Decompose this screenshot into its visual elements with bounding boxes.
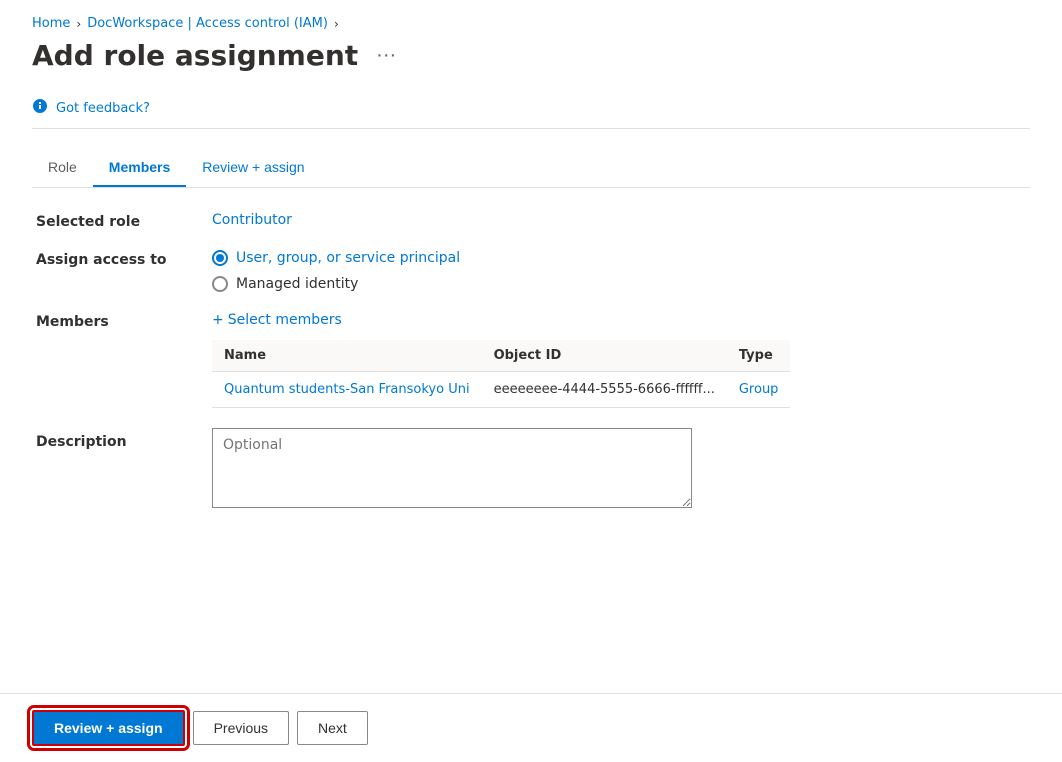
assign-access-label: Assign access to <box>36 250 196 268</box>
member-object-id: eeeeeeee-4444-5555-6666-ffffff... <box>482 372 727 408</box>
selected-role-row: Selected role Contributor <box>36 212 1030 230</box>
col-name: Name <box>212 340 482 372</box>
radio-group: User, group, or service principal Manage… <box>212 250 460 292</box>
select-members-plus: + <box>212 312 224 328</box>
radio-option-managed-identity[interactable]: Managed identity <box>212 276 460 292</box>
breadcrumb-workspace[interactable]: DocWorkspace | Access control (IAM) <box>87 16 328 31</box>
tab-members[interactable]: Members <box>93 149 186 187</box>
breadcrumb: Home › DocWorkspace | Access control (IA… <box>32 16 1030 31</box>
more-button[interactable]: ··· <box>370 42 402 69</box>
members-row: Members + Select members Name Object ID … <box>36 312 1030 408</box>
table-row: Quantum students-San Fransokyo Uni eeeee… <box>212 372 790 408</box>
form-section: Selected role Contributor Assign access … <box>32 212 1030 508</box>
next-button[interactable]: Next <box>297 711 368 745</box>
tabs: Role Members Review + assign <box>32 149 1030 188</box>
breadcrumb-chevron-1: › <box>76 17 81 31</box>
radio-managed-identity[interactable] <box>212 276 228 292</box>
radio-managed-identity-label: Managed identity <box>236 276 358 292</box>
assign-access-row: Assign access to User, group, or service… <box>36 250 1030 292</box>
col-object-id: Object ID <box>482 340 727 372</box>
tab-review[interactable]: Review + assign <box>186 149 320 187</box>
members-table: Name Object ID Type Quantum students-San… <box>212 340 790 408</box>
members-section: + Select members Name Object ID Type Qua… <box>212 312 790 408</box>
page-title: Add role assignment <box>32 39 358 72</box>
footer: Review + assign Previous Next <box>0 693 1062 762</box>
member-type: Group <box>727 372 791 408</box>
breadcrumb-chevron-2: › <box>334 17 339 31</box>
select-members-link[interactable]: + Select members <box>212 312 790 328</box>
selected-role-label: Selected role <box>36 212 196 230</box>
breadcrumb-home[interactable]: Home <box>32 16 70 31</box>
description-textarea[interactable] <box>212 428 692 508</box>
radio-user-group-label: User, group, or service principal <box>236 250 460 266</box>
feedback-bar: Got feedback? <box>32 88 1030 129</box>
select-members-text: Select members <box>228 312 342 328</box>
members-label: Members <box>36 312 196 330</box>
tab-role[interactable]: Role <box>32 149 93 187</box>
member-name: Quantum students-San Fransokyo Uni <box>212 372 482 408</box>
radio-user-group[interactable] <box>212 250 228 266</box>
feedback-icon <box>32 98 48 118</box>
description-label: Description <box>36 428 196 450</box>
radio-option-user-group[interactable]: User, group, or service principal <box>212 250 460 266</box>
description-row: Description <box>36 428 1030 508</box>
review-assign-button[interactable]: Review + assign <box>32 710 185 746</box>
page-header: Add role assignment ··· <box>32 39 1030 72</box>
col-type: Type <box>727 340 791 372</box>
feedback-text[interactable]: Got feedback? <box>56 101 150 116</box>
selected-role-value: Contributor <box>212 212 292 228</box>
previous-button[interactable]: Previous <box>193 711 289 745</box>
